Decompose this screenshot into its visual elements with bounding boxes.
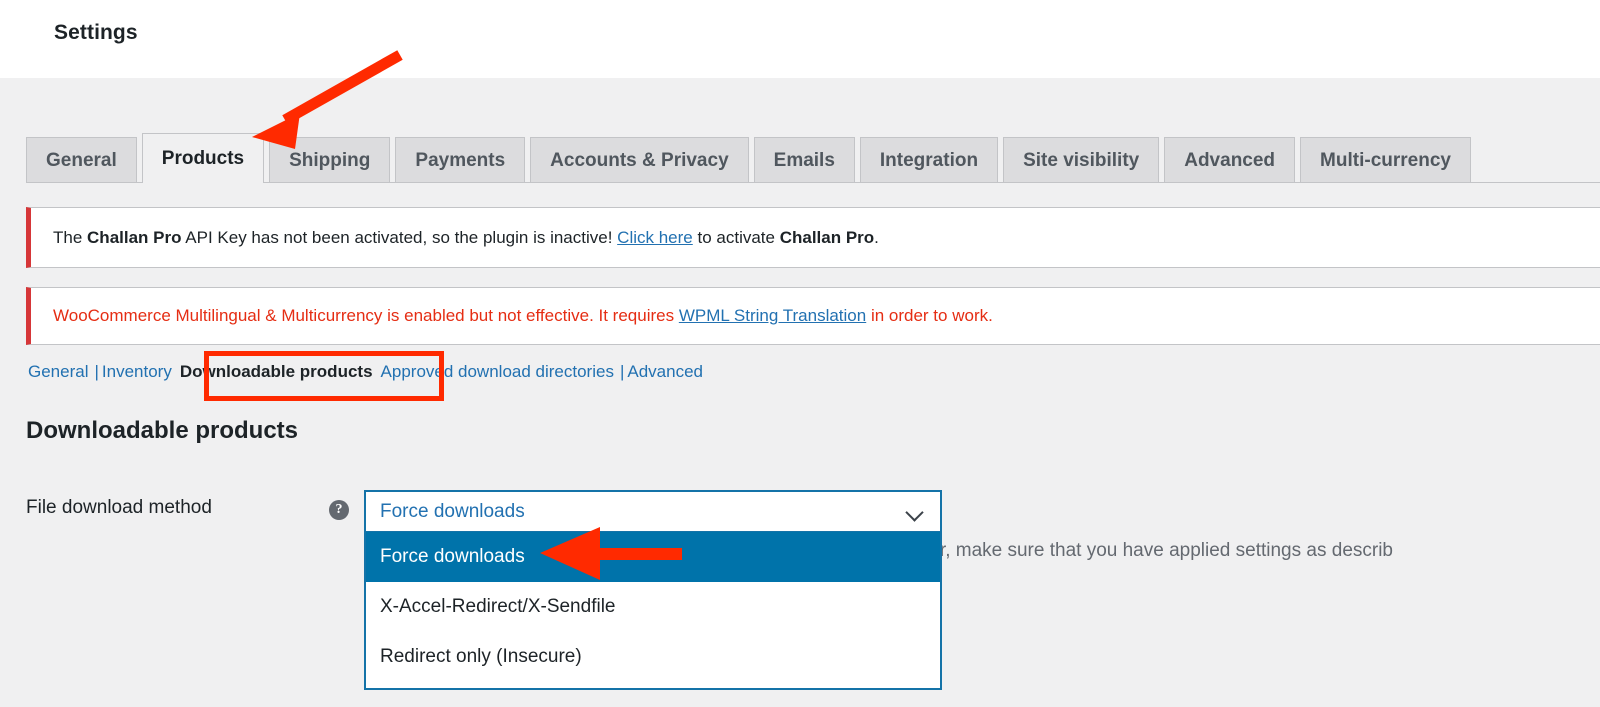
subnav-item-general[interactable]: General [28,362,88,382]
tab-integration[interactable]: Integration [859,137,999,183]
select-box[interactable]: Force downloads [364,490,942,532]
click-here-link[interactable]: Click here [617,228,693,247]
notice-text-part2: API Key has not been activated, so the p… [181,227,618,247]
select-selected-value: Force downloads [380,500,525,522]
file-download-method-description: NGINX server, make sure that you have ap… [828,540,1393,561]
notice-text-strong1: Challan Pro [87,227,182,247]
tab-accounts-privacy[interactable]: Accounts & Privacy [530,137,749,183]
tab-products[interactable]: Products [141,133,265,183]
notice-text-strong2: Challan Pro [779,227,875,247]
subnav-item-inventory[interactable]: Inventory [102,362,172,382]
tab-emails[interactable]: Emails [753,137,855,183]
file-download-method-label: File download method [26,497,212,518]
page-header: Settings [0,0,1600,78]
tab-shipping[interactable]: Shipping [269,137,391,183]
wpml-string-translation-link[interactable]: WPML String Translation [679,306,866,325]
subnav-item-approved-download-directories[interactable]: Approved download directories [381,362,614,382]
section-title: Downloadable products [26,417,299,444]
tab-general[interactable]: General [26,137,137,183]
settings-tabs: General Products Shipping Payments Accou… [26,133,1476,183]
select-options-list: Force downloads X-Accel-Redirect/X-Sendf… [364,532,942,690]
file-download-method-select[interactable]: Force downloads Force downloads X-Accel-… [364,490,942,690]
tab-payments[interactable]: Payments [395,137,526,183]
option-x-accel-redirect[interactable]: X-Accel-Redirect/X-Sendfile [366,582,940,632]
tab-site-visibility[interactable]: Site visibility [1003,137,1160,183]
notice-challan-pro-text: The Challan Pro API Key has not been act… [31,226,879,250]
tab-multi-currency[interactable]: Multi-currency [1300,137,1471,183]
subnav-item-advanced[interactable]: Advanced [627,362,703,382]
notice-text-part4: . [874,227,879,247]
notice-wpml-text: WooCommerce Multilingual & Multicurrency… [31,304,993,328]
subnav: General | Inventory Downloadable product… [28,362,703,382]
subnav-separator-2: | [619,362,625,381]
help-circle-icon[interactable]: ? [329,500,349,520]
notice-challan-pro: The Challan Pro API Key has not been act… [26,207,1600,268]
notice-wpml-part1: WooCommerce Multilingual & Multicurrency… [53,306,679,326]
chevron-down-icon[interactable] [906,506,926,518]
notice-wpml: WooCommerce Multilingual & Multicurrency… [26,287,1600,345]
notice-wpml-part2: in order to work. [866,306,993,326]
tab-advanced[interactable]: Advanced [1164,137,1296,183]
notice-text-part3: to activate [692,227,780,247]
option-redirect-only[interactable]: Redirect only (Insecure) [366,632,940,682]
subnav-item-downloadable-products[interactable]: Downloadable products [172,362,381,382]
subnav-separator-1: | [94,362,99,381]
notice-text-part1: The [53,227,88,247]
option-force-downloads[interactable]: Force downloads [366,532,940,582]
page-title: Settings [54,21,138,44]
settings-page: Settings General Products Shipping Payme… [0,0,1600,707]
